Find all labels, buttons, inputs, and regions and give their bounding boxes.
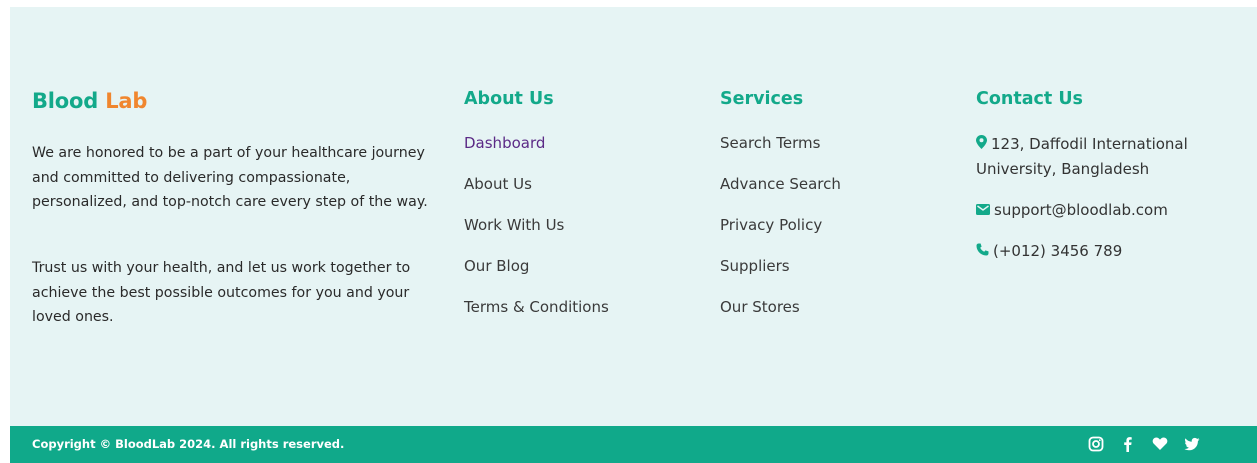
brand-name-part1: Blood <box>32 89 99 113</box>
services-link-search-terms[interactable]: Search Terms <box>720 134 820 152</box>
services-link-privacy-policy[interactable]: Privacy Policy <box>720 216 822 234</box>
instagram-icon[interactable] <box>1088 436 1104 452</box>
about-heading: About Us <box>464 89 554 109</box>
map-pin-icon <box>976 132 987 157</box>
contact-phone-text: (+012) 3456 789 <box>993 242 1123 260</box>
contact-heading: Contact Us <box>976 89 1083 109</box>
about-link-work-with-us[interactable]: Work With Us <box>464 216 564 234</box>
contact-email[interactable]: support@bloodlab.com <box>976 198 1168 223</box>
about-link-terms[interactable]: Terms & Conditions <box>464 298 609 316</box>
about-link-about-us[interactable]: About Us <box>464 175 532 193</box>
services-link-suppliers[interactable]: Suppliers <box>720 257 790 275</box>
contact-email-text: support@bloodlab.com <box>994 201 1168 219</box>
mail-icon <box>976 198 990 223</box>
copyright-text: Copyright © BloodLab 2024. All rights re… <box>32 437 345 451</box>
heart-icon[interactable] <box>1152 436 1168 452</box>
phone-icon <box>976 239 989 264</box>
contact-address-text: 123, Daffodil International University, … <box>976 135 1188 178</box>
services-link-our-stores[interactable]: Our Stores <box>720 298 800 316</box>
intro-paragraph-1: We are honored to be a part of your heal… <box>32 145 428 210</box>
services-heading: Services <box>720 89 804 109</box>
brand-name-part2: Lab <box>105 89 148 113</box>
about-link-our-blog[interactable]: Our Blog <box>464 257 529 275</box>
contact-address: 123, Daffodil International University, … <box>976 132 1216 182</box>
twitter-icon[interactable] <box>1184 436 1200 452</box>
services-link-advance-search[interactable]: Advance Search <box>720 175 841 193</box>
facebook-icon[interactable] <box>1120 436 1136 452</box>
footer-bottom-bar: Copyright © BloodLab 2024. All rights re… <box>10 426 1257 463</box>
site-footer: Blood Lab We are honored to be a part of… <box>10 7 1257 463</box>
intro-paragraph-2: Trust us with your health, and let us wo… <box>32 260 411 325</box>
about-link-dashboard[interactable]: Dashboard <box>464 134 545 152</box>
brand-logo[interactable]: Blood Lab <box>32 89 147 113</box>
contact-phone[interactable]: (+012) 3456 789 <box>976 239 1122 264</box>
